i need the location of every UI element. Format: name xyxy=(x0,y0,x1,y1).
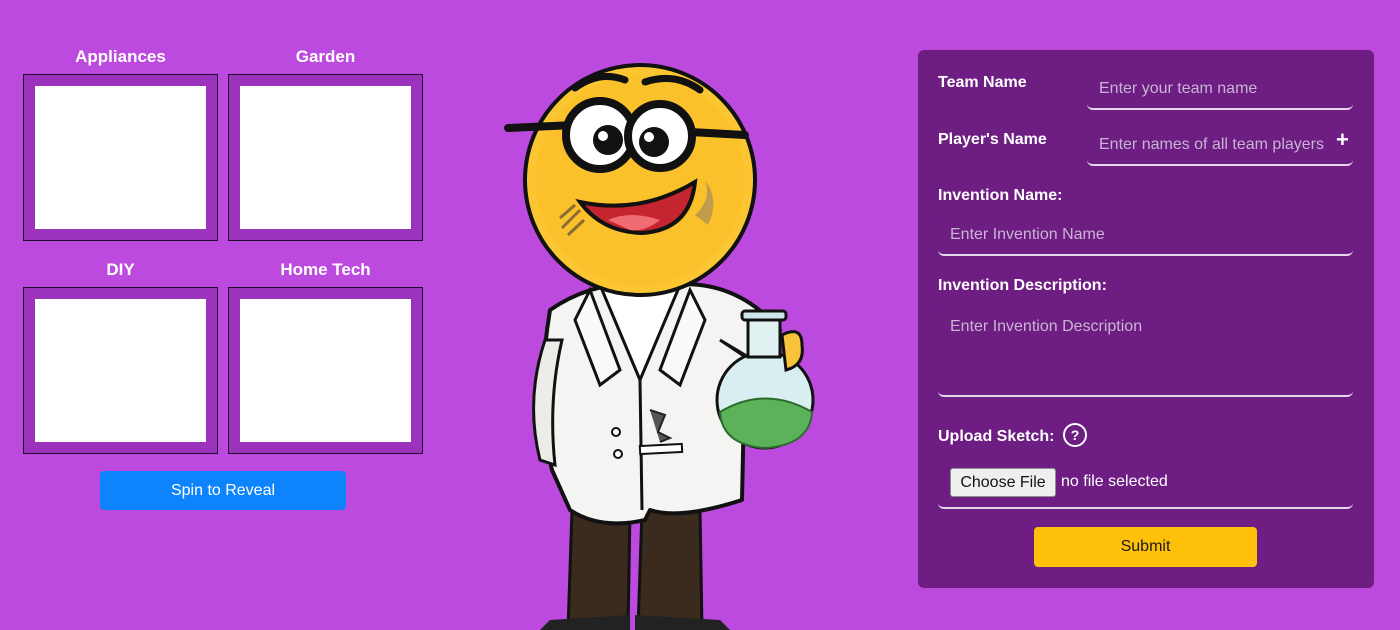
category-label-diy: DIY xyxy=(106,260,135,279)
category-box-home-tech xyxy=(228,287,423,454)
category-slot-appliances xyxy=(35,86,206,229)
question-circle-icon[interactable]: ? xyxy=(1063,423,1087,447)
file-upload-field: Choose File no file selected xyxy=(938,460,1353,509)
scientist-mascot-illustration xyxy=(504,63,815,630)
players-name-label: Player's Name xyxy=(938,131,1047,148)
category-box-appliances xyxy=(23,74,218,241)
submit-button[interactable]: Submit xyxy=(1034,527,1257,567)
file-status-text: no file selected xyxy=(1061,473,1168,490)
plus-icon[interactable]: + xyxy=(1336,129,1349,151)
spin-to-reveal-button[interactable]: Spin to Reveal xyxy=(100,471,346,510)
category-label-garden: Garden xyxy=(295,47,356,66)
invention-description-label: Invention Description: xyxy=(938,277,1107,294)
category-box-diy xyxy=(23,287,218,454)
invention-description-textarea[interactable] xyxy=(938,306,1353,397)
upload-sketch-label: Upload Sketch: xyxy=(938,428,1055,445)
players-name-input[interactable] xyxy=(1087,126,1353,166)
invention-name-input[interactable] xyxy=(938,216,1353,256)
category-label-home-tech: Home Tech xyxy=(280,260,371,279)
team-name-label: Team Name xyxy=(938,74,1027,91)
invention-form-panel: Team Name Player's Name + Invention Name… xyxy=(918,50,1374,588)
category-slot-garden xyxy=(240,86,411,229)
category-slot-home-tech xyxy=(240,299,411,442)
category-box-garden xyxy=(228,74,423,241)
category-label-appliances: Appliances xyxy=(75,47,166,66)
team-name-input[interactable] xyxy=(1087,70,1353,110)
choose-file-button[interactable]: Choose File xyxy=(950,468,1056,497)
invention-name-label: Invention Name: xyxy=(938,187,1063,204)
category-slot-diy xyxy=(35,299,206,442)
